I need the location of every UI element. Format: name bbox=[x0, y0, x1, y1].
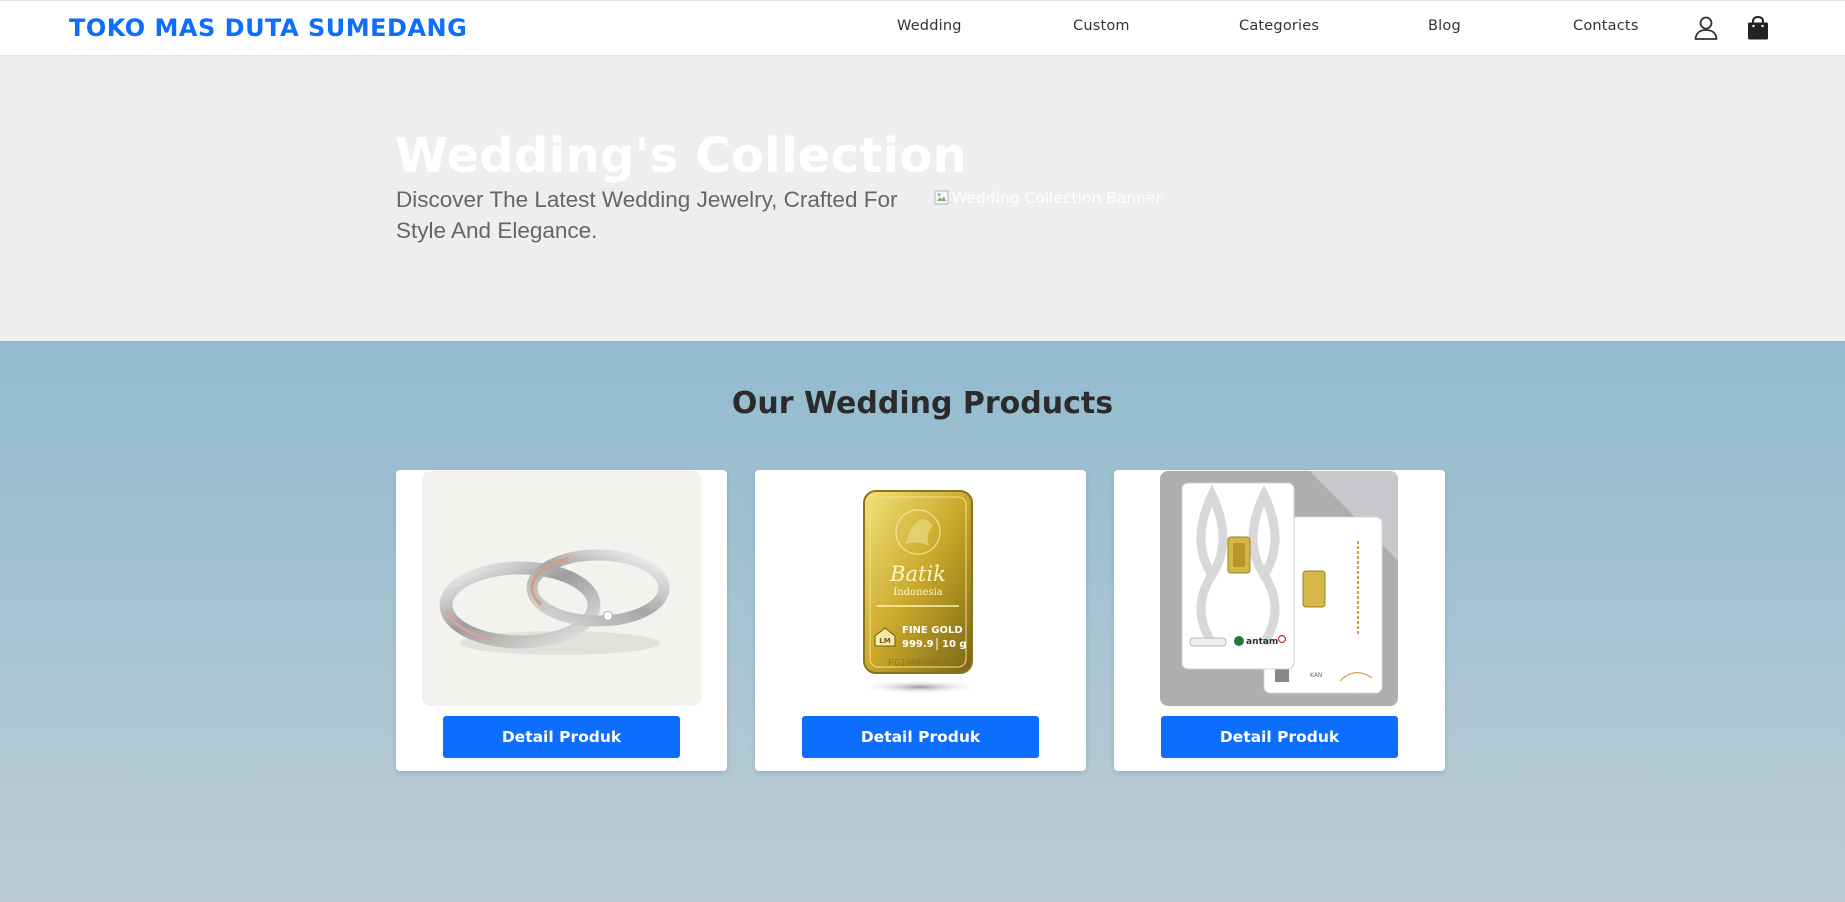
svg-text:antam: antam bbox=[1246, 637, 1278, 647]
svg-text:Batik: Batik bbox=[889, 562, 946, 586]
nav-link-contacts[interactable]: Contacts bbox=[1573, 18, 1639, 34]
svg-text:10 g: 10 g bbox=[942, 639, 967, 650]
svg-text:KAN: KAN bbox=[1310, 672, 1322, 679]
hero-banner-alt-text: Wedding Collection Banner bbox=[952, 189, 1162, 207]
svg-text:LM: LM bbox=[879, 637, 890, 645]
product-card-wedding-rings: Detail Produk bbox=[396, 470, 727, 771]
svg-text:Indonesia: Indonesia bbox=[893, 587, 943, 598]
hero-title: Wedding's Collection bbox=[395, 128, 968, 184]
brand-logo[interactable]: TOKO MAS DUTA SUMEDANG bbox=[69, 14, 467, 42]
svg-text:FINE GOLD: FINE GOLD bbox=[902, 625, 963, 636]
hero-section: Wedding's Collection Discover The Latest… bbox=[0, 56, 1845, 341]
nav-link-wedding[interactable]: Wedding bbox=[897, 18, 962, 34]
nav-link-custom[interactable]: Custom bbox=[1073, 18, 1130, 34]
product-card-gold-bar: Batik Indonesia LM FINE GOLD 999.9 10 g … bbox=[755, 470, 1086, 771]
nav-link-categories[interactable]: Categories bbox=[1239, 18, 1319, 34]
navbar: TOKO MAS DUTA SUMEDANG Wedding Custom Ca… bbox=[0, 0, 1845, 56]
hero-banner-image: Wedding Collection Banner bbox=[934, 187, 1174, 209]
svg-text:999.9: 999.9 bbox=[902, 639, 934, 650]
products-title: Our Wedding Products bbox=[731, 386, 1114, 421]
gold-bar-image[interactable]: Batik Indonesia LM FINE GOLD 999.9 10 g … bbox=[855, 488, 985, 698]
products-section: Our Wedding Products Detail Produk Batik… bbox=[0, 341, 1845, 902]
wedding-rings-image[interactable] bbox=[422, 471, 701, 706]
detail-produk-button[interactable]: Detail Produk bbox=[443, 716, 680, 758]
detail-produk-button[interactable]: Detail Produk bbox=[802, 716, 1039, 758]
gold-certificate-pack-image[interactable]: KAN antam bbox=[1160, 471, 1398, 706]
svg-text:FG10HK0001: FG10HK0001 bbox=[888, 658, 948, 669]
product-card-gold-certificate: KAN antam Detail Produk bbox=[1114, 470, 1445, 771]
shopping-bag-icon[interactable] bbox=[1744, 14, 1772, 42]
user-icon[interactable] bbox=[1692, 14, 1720, 42]
detail-produk-button[interactable]: Detail Produk bbox=[1161, 716, 1398, 758]
nav-link-blog[interactable]: Blog bbox=[1428, 18, 1461, 34]
broken-image-icon bbox=[934, 190, 949, 205]
hero-subtitle: Discover The Latest Wedding Jewelry, Cra… bbox=[396, 187, 898, 243]
